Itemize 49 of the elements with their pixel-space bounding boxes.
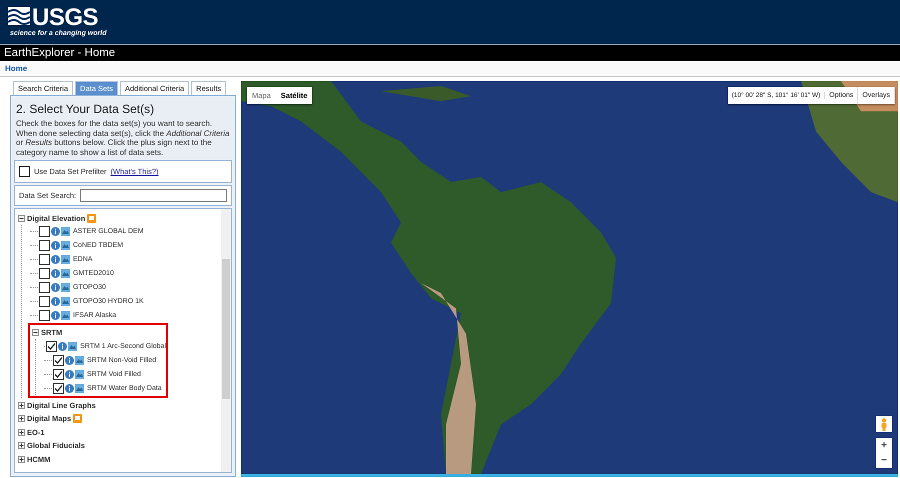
logo-text: USGS [32,6,98,28]
info-icon[interactable] [65,356,74,365]
image-icon[interactable] [61,269,70,278]
image-icon[interactable] [61,241,70,250]
image-icon[interactable] [61,255,70,264]
wave-logo-icon [8,6,30,24]
info-icon[interactable] [51,283,60,292]
info-icon[interactable] [51,227,60,236]
checkbox[interactable] [39,296,50,308]
checkbox[interactable] [39,282,50,294]
checkbox[interactable] [53,354,64,366]
expand-icon[interactable] [18,415,25,422]
image-icon[interactable] [61,227,70,236]
image-icon[interactable] [61,297,70,306]
page-title: EarthExplorer - Home [4,47,116,59]
image-icon[interactable] [68,342,78,351]
info-icon[interactable] [65,370,74,379]
checkbox[interactable] [39,254,50,266]
collapse-icon[interactable] [32,329,39,336]
checkbox[interactable] [39,268,50,280]
info-icon[interactable] [51,241,60,250]
checkbox[interactable] [53,382,64,394]
image-icon[interactable] [61,283,70,292]
expand-icon[interactable] [18,456,25,463]
panel-heading: 2. Select Your Data Set(s) [16,102,156,116]
home-link[interactable]: Home [5,64,28,73]
instructions-text: Check the boxes for the data set(s) you want to search. When done selecting data set(s), click the Additional Criteria or Results buttons below. Click the plus sign next to the category name to show a list of data sets. [16,119,230,158]
scrollbar[interactable] [221,209,231,472]
info-icon[interactable] [51,311,60,320]
info-icon[interactable] [51,255,60,264]
info-icon[interactable] [65,384,74,393]
checkbox[interactable] [39,240,50,252]
checkbox[interactable] [53,368,64,380]
expand-icon[interactable] [18,428,25,436]
checkbox[interactable] [19,166,30,178]
checkbox[interactable] [39,226,50,238]
image-icon[interactable] [75,370,84,379]
info-icon[interactable] [58,342,68,351]
image-icon[interactable] [75,384,84,393]
image-icon[interactable] [61,311,70,320]
expand-icon[interactable] [18,442,25,450]
checkbox[interactable] [39,310,50,322]
checkbox[interactable] [46,340,58,352]
image-icon[interactable] [75,356,84,365]
info-icon[interactable] [51,297,60,306]
collapse-icon[interactable] [18,214,25,222]
expand-icon[interactable] [18,402,25,409]
search-field[interactable] [80,189,227,202]
info-icon[interactable] [51,269,60,278]
